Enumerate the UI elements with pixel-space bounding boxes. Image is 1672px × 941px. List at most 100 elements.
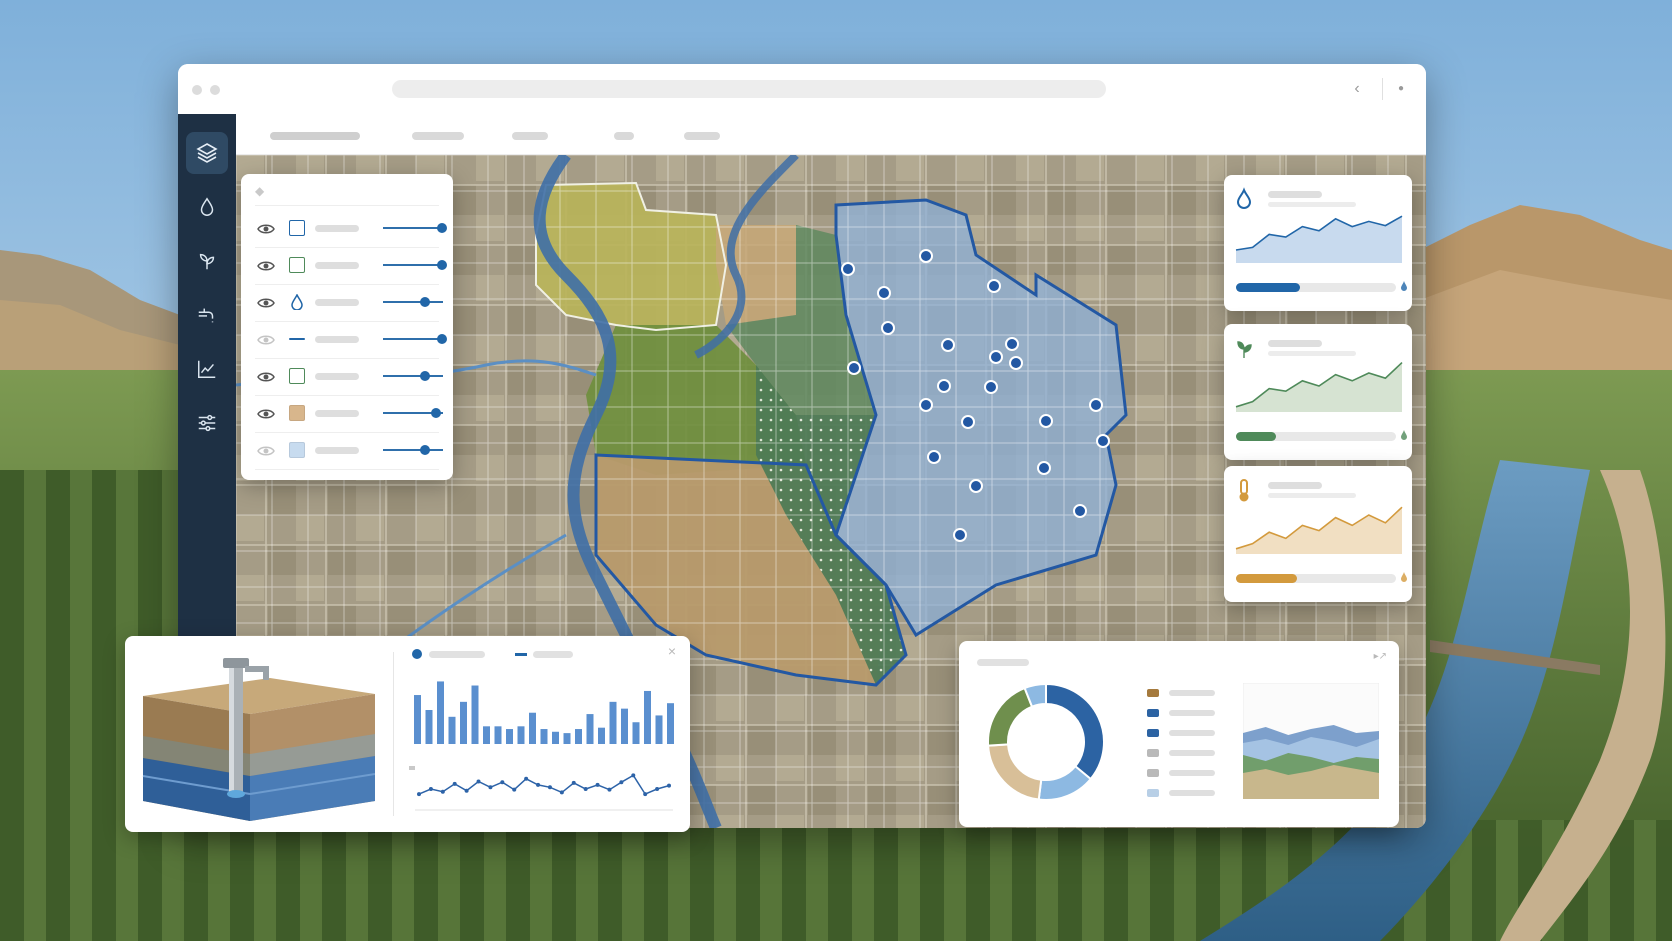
legend-swatch	[1147, 729, 1159, 737]
slider-handle[interactable]	[420, 297, 430, 307]
water-drop-icon	[1236, 187, 1252, 209]
layer-row[interactable]	[255, 284, 443, 322]
line-chart	[409, 766, 673, 811]
opacity-slider[interactable]	[383, 260, 447, 270]
back-icon[interactable]: ‹	[1346, 78, 1368, 100]
sidebar-item-crops[interactable]	[186, 240, 228, 282]
line-swatch	[289, 338, 305, 340]
eye-icon[interactable]	[257, 296, 275, 310]
menu-dot-icon[interactable]: ●	[1390, 78, 1412, 100]
slider-handle[interactable]	[437, 260, 447, 270]
progress-fill	[1236, 574, 1297, 583]
legend-label-line	[533, 651, 573, 658]
metric-card-temperature[interactable]	[1224, 466, 1412, 602]
bar-chart	[414, 681, 674, 744]
nav-tab-1[interactable]	[270, 132, 360, 140]
metric-card-vegetation[interactable]	[1224, 324, 1412, 460]
window-minimize-button[interactable]	[210, 85, 220, 95]
layer-row[interactable]	[255, 432, 443, 470]
metric-subtitle-placeholder	[1268, 351, 1356, 356]
layer-row[interactable]	[255, 321, 447, 359]
donut-chart	[987, 682, 1105, 801]
groundwater-panel[interactable]: ×	[125, 636, 690, 832]
bar	[483, 726, 490, 744]
sidebar-item-layers[interactable]	[186, 132, 228, 174]
well-marker	[841, 262, 855, 276]
outline-swatch	[289, 220, 305, 236]
legend-swatch	[1147, 789, 1159, 797]
series-point	[607, 787, 612, 792]
expand-icon[interactable]: ▸↗	[1374, 651, 1387, 662]
water-drop-icon	[200, 197, 214, 216]
opacity-slider[interactable]	[383, 223, 447, 233]
nav-tab-4[interactable]	[614, 132, 634, 140]
opacity-slider[interactable]	[383, 445, 443, 455]
fill-swatch	[289, 405, 305, 421]
series-point	[631, 773, 636, 778]
opacity-slider[interactable]	[383, 334, 447, 344]
address-bar[interactable]	[392, 80, 1106, 98]
layer-label	[315, 225, 359, 232]
opacity-slider[interactable]	[383, 297, 443, 307]
sidebar-item-settings[interactable]	[186, 402, 228, 444]
sparkline-area	[1236, 362, 1402, 412]
axis-placeholder	[409, 766, 415, 770]
layer-label	[315, 262, 359, 269]
bar	[540, 729, 548, 744]
layer-row[interactable]	[255, 395, 443, 433]
slider-handle[interactable]	[420, 445, 430, 455]
sidebar-item-water[interactable]	[186, 186, 228, 228]
series-point	[452, 781, 457, 786]
series-point	[559, 790, 564, 795]
eye-icon[interactable]	[257, 222, 275, 236]
layer-label	[315, 336, 359, 343]
well-marker	[941, 338, 955, 352]
eye-icon[interactable]	[257, 259, 275, 273]
slider-handle[interactable]	[437, 334, 447, 344]
plant-icon	[1237, 341, 1252, 358]
opacity-slider[interactable]	[383, 371, 443, 381]
slider-handle[interactable]	[431, 408, 441, 418]
panel-divider	[255, 205, 439, 206]
sidebar-item-irrigation[interactable]	[186, 294, 228, 336]
series-point	[428, 787, 433, 791]
nav-tab-5[interactable]	[684, 132, 720, 140]
well-marker	[919, 249, 933, 263]
legend-swatch	[1147, 689, 1159, 697]
composition-panel[interactable]: ▸↗	[959, 641, 1399, 827]
donut-slice	[1045, 682, 1105, 781]
slider-handle[interactable]	[437, 223, 447, 233]
series-point	[547, 785, 552, 790]
metric-card-water[interactable]	[1224, 175, 1412, 311]
layer-row[interactable]	[255, 247, 447, 285]
nav-tab-3[interactable]	[512, 132, 548, 140]
series-point	[667, 783, 671, 788]
metric-title-placeholder	[1268, 191, 1322, 198]
sliders-icon	[198, 414, 216, 432]
eye-icon[interactable]	[257, 370, 275, 384]
series-point	[595, 782, 600, 787]
legend-label	[1169, 690, 1215, 696]
window-close-button[interactable]	[192, 85, 202, 95]
legend-swatch	[1147, 709, 1159, 717]
bar	[655, 715, 663, 744]
opacity-slider[interactable]	[383, 408, 443, 418]
series-point	[583, 787, 588, 791]
metric-title-placeholder	[1268, 482, 1322, 489]
eye-icon[interactable]	[257, 407, 275, 421]
slider-handle[interactable]	[420, 371, 430, 381]
bar	[425, 710, 433, 744]
bar	[529, 712, 536, 744]
well-marker	[927, 450, 941, 464]
metric-subtitle-placeholder	[1268, 493, 1356, 498]
eye-icon[interactable]	[257, 444, 275, 458]
eye-icon[interactable]	[257, 333, 275, 347]
nav-tab-2[interactable]	[412, 132, 464, 140]
well-marker	[961, 415, 975, 429]
well-marker	[1009, 356, 1023, 370]
sidebar-item-analytics[interactable]	[186, 348, 228, 390]
layer-row[interactable]	[255, 358, 443, 396]
layer-label	[315, 373, 359, 380]
layer-row[interactable]	[255, 210, 447, 248]
close-icon[interactable]: ×	[668, 643, 676, 659]
